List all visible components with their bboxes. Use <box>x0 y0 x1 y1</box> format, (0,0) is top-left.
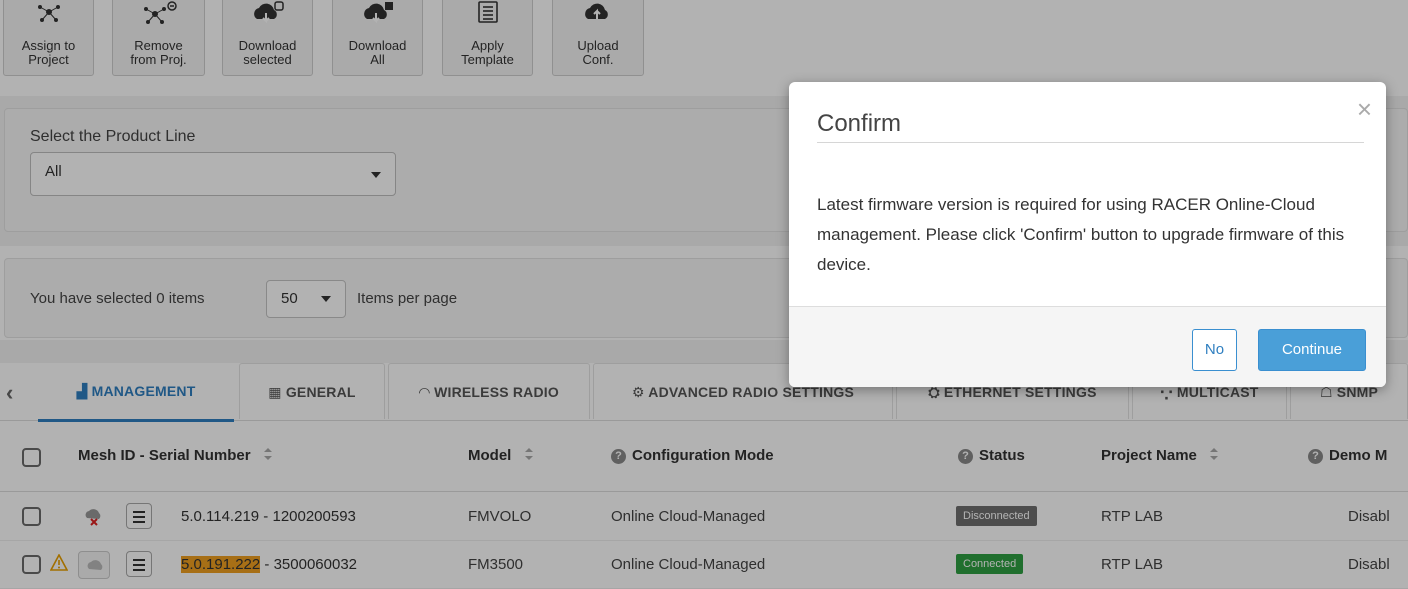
dialog-divider <box>817 142 1364 143</box>
dialog-title: Confirm <box>817 110 902 137</box>
confirm-dialog: Confirm × Latest firmware version is req… <box>789 82 1386 387</box>
continue-button[interactable]: Continue <box>1258 329 1366 371</box>
close-icon[interactable]: × <box>1357 94 1372 125</box>
no-button[interactable]: No <box>1192 329 1237 371</box>
dialog-footer: No Continue <box>789 306 1386 387</box>
dialog-message: Latest firmware version is required for … <box>817 195 1345 274</box>
